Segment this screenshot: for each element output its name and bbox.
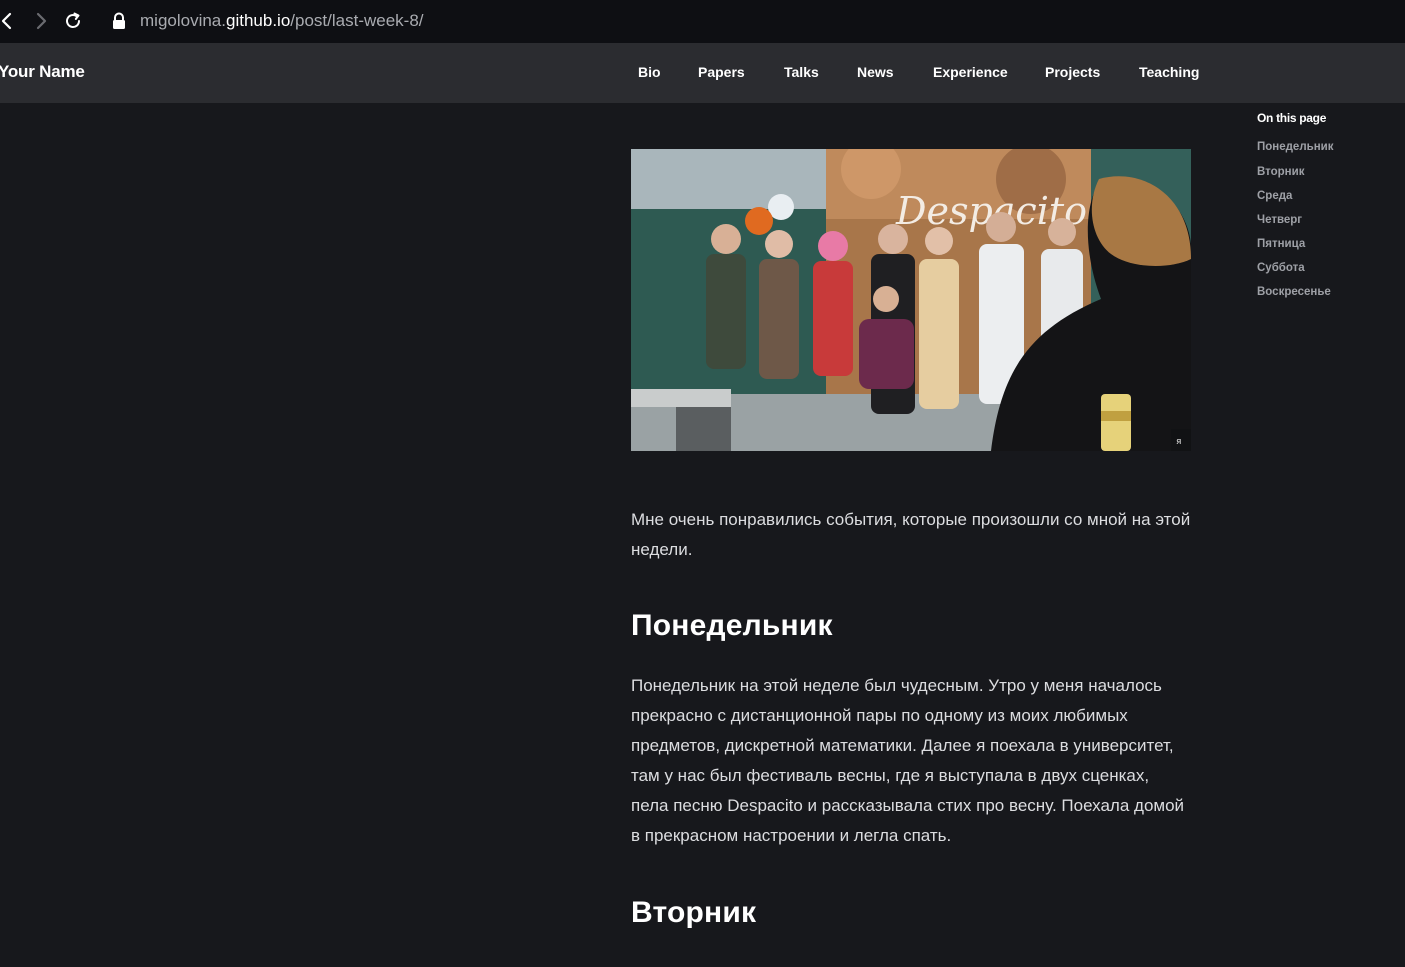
- toc-item-tuesday[interactable]: Вторник: [1257, 166, 1304, 178]
- url-host-main: github.io: [226, 11, 291, 30]
- toc-title: On this page: [1257, 111, 1327, 125]
- nav-teaching[interactable]: Teaching: [1139, 64, 1199, 80]
- nav-papers[interactable]: Papers: [698, 64, 745, 80]
- toc-item-thursday[interactable]: Четверг: [1257, 214, 1302, 226]
- url-host-prefix: migolovina.: [140, 11, 226, 30]
- hero-photo: Despacito я: [631, 149, 1191, 451]
- address-bar[interactable]: migolovina.github.io/post/last-week-8/: [140, 11, 424, 31]
- section-heading-monday: Понедельник: [631, 609, 833, 642]
- nav-news[interactable]: News: [857, 64, 894, 80]
- browser-toolbar: migolovina.github.io/post/last-week-8/: [0, 0, 1405, 43]
- article-intro: Мне очень понравились события, которые п…: [631, 510, 1191, 559]
- toc-item-wednesday[interactable]: Среда: [1257, 190, 1292, 202]
- toc-item-sunday[interactable]: Воскресенье: [1257, 286, 1331, 298]
- nav-talks[interactable]: Talks: [784, 64, 819, 80]
- section-text-monday: Понедельник на этой неделе был чудесным.…: [631, 676, 1185, 845]
- back-icon[interactable]: [0, 10, 18, 32]
- reload-icon[interactable]: [62, 10, 84, 32]
- forward-icon[interactable]: [30, 10, 52, 32]
- nav-bio[interactable]: Bio: [638, 64, 661, 80]
- site-brand[interactable]: Your Name: [0, 62, 85, 82]
- toc-item-friday[interactable]: Пятница: [1257, 238, 1305, 250]
- url-path: /post/last-week-8/: [290, 11, 424, 30]
- section-heading-tuesday: Вторник: [631, 896, 757, 929]
- lock-icon[interactable]: [111, 12, 127, 30]
- toc-item-monday[interactable]: Понедельник: [1257, 141, 1333, 153]
- photo-corner-mark: я: [1176, 437, 1181, 447]
- nav-projects[interactable]: Projects: [1045, 64, 1100, 80]
- toc-item-saturday[interactable]: Суббота: [1257, 262, 1305, 274]
- nav-experience[interactable]: Experience: [933, 64, 1008, 80]
- site-navbar: Your Name Bio Papers Talks News Experien…: [0, 43, 1405, 103]
